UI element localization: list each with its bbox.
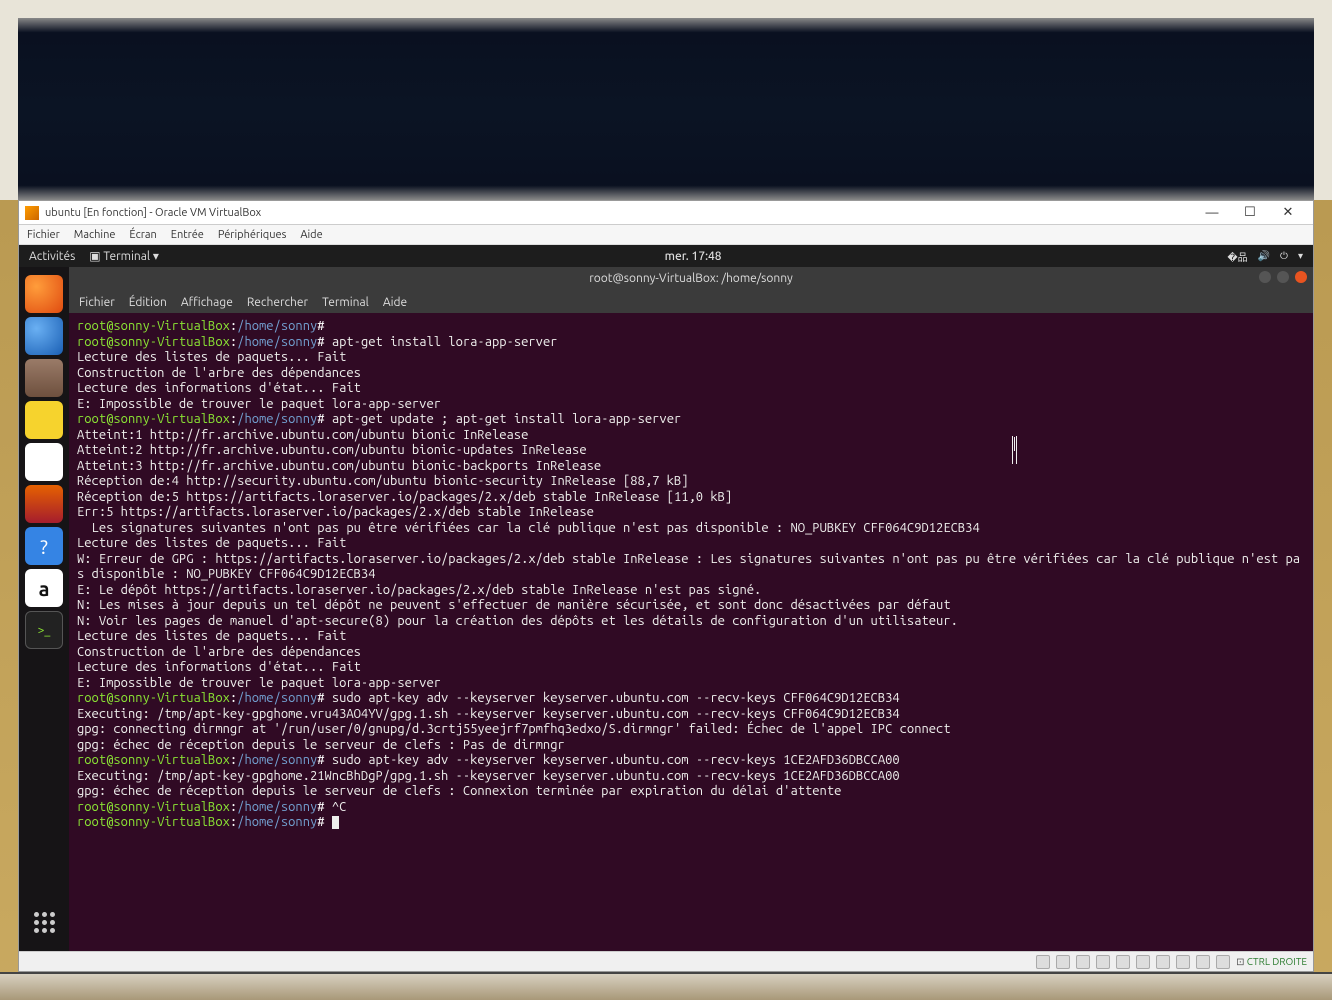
terminal-titlebar[interactable]: root@sonny-VirtualBox: /home/sonny [69,267,1313,291]
terminal-output-line: Err:5 https://artifacts.loraserver.io/pa… [77,505,1305,521]
terminal-output-line: Atteint:3 http://fr.archive.ubuntu.com/u… [77,459,1305,475]
network-icon[interactable]: �品 [1227,249,1247,264]
terminal-output-line: Atteint:1 http://fr.archive.ubuntu.com/u… [77,428,1305,444]
terminal-output-line: Lecture des informations d'état... Fait [77,381,1305,397]
ubuntu-dock: ? a >_ [19,267,69,951]
dock-thunderbird[interactable] [25,317,63,355]
virtualbox-host-window: ubuntu [En fonction] - Oracle VM Virtual… [18,200,1314,972]
terminal-output-line: Lecture des informations d'état... Fait [77,660,1305,676]
term-menu-terminal[interactable]: Terminal [322,296,369,309]
terminal-output-line: Atteint:2 http://fr.archive.ubuntu.com/u… [77,443,1305,459]
vb-menu-aide[interactable]: Aide [300,229,322,241]
terminal-output-line: gpg: connecting dirmngr at '/run/user/0/… [77,722,1305,738]
terminal-prompt-line: root@sonny-VirtualBox:/home/sonny# sudo … [77,691,1305,707]
terminal-title-text: root@sonny-VirtualBox: /home/sonny [589,272,793,285]
terminal-output-line: Réception de:5 https://artifacts.loraser… [77,490,1305,506]
guest-screen: Activités ▣ Terminal ▾ mer. 17:48 �品 🔊 ⏻… [19,245,1313,951]
terminal-output-line: gpg: échec de réception depuis le serveu… [77,738,1305,754]
system-menu-caret-icon[interactable]: ▾ [1298,250,1303,262]
terminal-output-line: W: Erreur de GPG : https://artifacts.lor… [77,552,1305,583]
gnome-top-panel: Activités ▣ Terminal ▾ mer. 17:48 �品 🔊 ⏻… [19,245,1313,267]
sb-harddisk-icon[interactable] [1036,955,1050,969]
terminal-output-line: E: Impossible de trouver le paquet lora-… [77,397,1305,413]
terminal-output-line: Construction de l'arbre des dépendances [77,645,1305,661]
text-cursor-icon [1014,437,1015,451]
vb-menu-machine[interactable]: Machine [74,229,116,241]
power-icon[interactable]: ⏻ [1280,250,1288,262]
terminal-output-line: Lecture des listes de paquets... Fait [77,629,1305,645]
sb-shared-folders-icon[interactable] [1136,955,1150,969]
term-close-icon[interactable] [1295,271,1307,283]
term-menu-rechercher[interactable]: Rechercher [247,296,308,309]
sb-host-key: ⊡ CTRL DROITE [1236,956,1307,968]
terminal-output-line: Réception de:4 http://security.ubuntu.co… [77,474,1305,490]
show-applications-button[interactable] [25,903,63,941]
terminal-prompt-line: root@sonny-VirtualBox:/home/sonny# sudo … [77,753,1305,769]
terminal-prompt-line: root@sonny-VirtualBox:/home/sonny# [77,815,1305,831]
terminal-output-line: N: Voir les pages de manuel d'apt-secure… [77,614,1305,630]
terminal-window: root@sonny-VirtualBox: /home/sonny Fichi… [69,267,1313,951]
terminal-prompt-line: root@sonny-VirtualBox:/home/sonny# apt-g… [77,412,1305,428]
terminal-output-line: Les signatures suivantes n'ont pas pu êt… [77,521,1305,537]
panel-app-menu[interactable]: ▣ Terminal ▾ [89,249,159,263]
virtualbox-menubar: Fichier Machine Écran Entrée Périphériqu… [19,225,1313,245]
minimize-button[interactable]: — [1193,206,1231,220]
panel-clock[interactable]: mer. 17:48 [665,250,722,263]
activities-button[interactable]: Activités [29,250,75,263]
sb-display-icon[interactable] [1156,955,1170,969]
close-button[interactable]: ✕ [1269,205,1307,220]
terminal-output-line: Executing: /tmp/apt-key-gpghome.vru43AO4… [77,707,1305,723]
terminal-output-line: Executing: /tmp/apt-key-gpghome.21WncBhD… [77,769,1305,785]
dock-terminal[interactable]: >_ [25,611,63,649]
virtualbox-icon [25,206,39,220]
dock-rhythmbox[interactable] [25,401,63,439]
terminal-output-line: Lecture des listes de paquets... Fait [77,350,1305,366]
host-window-title: ubuntu [En fonction] - Oracle VM Virtual… [45,207,261,219]
terminal-output-line: E: Impossible de trouver le paquet lora-… [77,676,1305,692]
dock-files[interactable] [25,359,63,397]
dock-amazon[interactable]: a [25,569,63,607]
dock-ubuntu-software[interactable] [25,485,63,523]
term-menu-aide[interactable]: Aide [383,296,407,309]
term-menu-fichier[interactable]: Fichier [79,296,115,309]
terminal-content[interactable]: root@sonny-VirtualBox:/home/sonny# root@… [69,313,1313,951]
dock-help[interactable]: ? [25,527,63,565]
sb-mouse-icon[interactable] [1216,955,1230,969]
term-menu-edition[interactable]: Édition [129,296,167,309]
sb-usb-icon[interactable] [1116,955,1130,969]
terminal-output-line: E: Le dépôt https://artifacts.loraserver… [77,583,1305,599]
sb-audio-icon[interactable] [1076,955,1090,969]
terminal-output-line: N: Les mises à jour depuis un tel dépôt … [77,598,1305,614]
dock-firefox[interactable] [25,275,63,313]
vb-menu-peripheriques[interactable]: Périphériques [218,229,286,241]
terminal-prompt-line: root@sonny-VirtualBox:/home/sonny# apt-g… [77,335,1305,351]
sb-cpu-icon[interactable] [1196,955,1210,969]
terminal-menubar: Fichier Édition Affichage Rechercher Ter… [69,291,1313,313]
sb-optical-icon[interactable] [1056,955,1070,969]
vb-menu-fichier[interactable]: Fichier [27,229,60,241]
terminal-prompt-line: root@sonny-VirtualBox:/home/sonny# [77,319,1305,335]
terminal-output-line: gpg: échec de réception depuis le serveu… [77,784,1305,800]
sb-recording-icon[interactable] [1176,955,1190,969]
virtualbox-statusbar: ⊡ CTRL DROITE [19,951,1313,971]
maximize-button[interactable]: ☐ [1231,205,1269,220]
term-minimize-icon[interactable] [1259,271,1271,283]
terminal-prompt-line: root@sonny-VirtualBox:/home/sonny# ^C [77,800,1305,816]
vb-menu-entree[interactable]: Entrée [171,229,204,241]
term-menu-affichage[interactable]: Affichage [181,296,233,309]
term-maximize-icon[interactable] [1277,271,1289,283]
dock-libreoffice-writer[interactable] [25,443,63,481]
volume-icon[interactable]: 🔊 [1258,250,1270,262]
terminal-output-line: Construction de l'arbre des dépendances [77,366,1305,382]
sb-network-icon[interactable] [1096,955,1110,969]
vb-menu-ecran[interactable]: Écran [129,229,156,241]
host-titlebar[interactable]: ubuntu [En fonction] - Oracle VM Virtual… [19,201,1313,225]
terminal-output-line: Lecture des listes de paquets... Fait [77,536,1305,552]
